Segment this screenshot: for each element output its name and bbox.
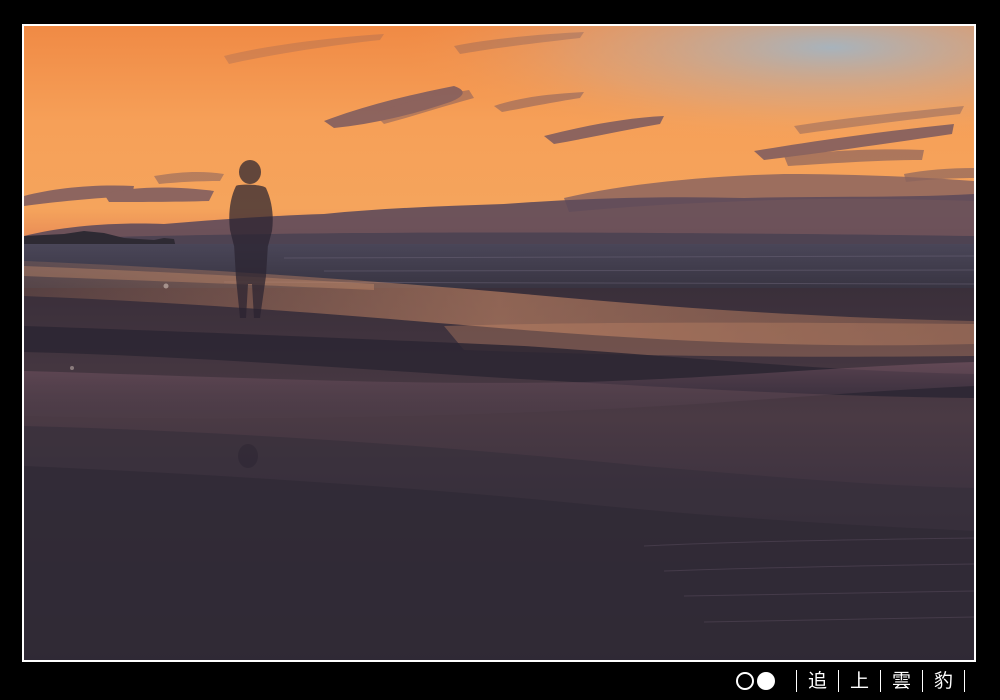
- divider: [921, 670, 923, 692]
- divider: [795, 670, 797, 692]
- signature-circles: [735, 672, 775, 690]
- signature-bar: 追 上 雲 豹: [735, 666, 976, 696]
- divider: [837, 670, 839, 692]
- sunset-beach-photo: [24, 26, 974, 660]
- photo-frame: [22, 24, 976, 662]
- circle-filled-icon: [756, 672, 775, 690]
- signature-char-4: 豹: [933, 669, 953, 692]
- divider: [879, 670, 881, 692]
- circle-open-icon: [735, 672, 754, 690]
- figure-reflection: [238, 444, 258, 468]
- signature-char-1: 追: [807, 669, 827, 692]
- divider: [964, 670, 965, 692]
- signature-char-3: 雲: [891, 669, 911, 692]
- signature-char-2: 上: [849, 669, 869, 692]
